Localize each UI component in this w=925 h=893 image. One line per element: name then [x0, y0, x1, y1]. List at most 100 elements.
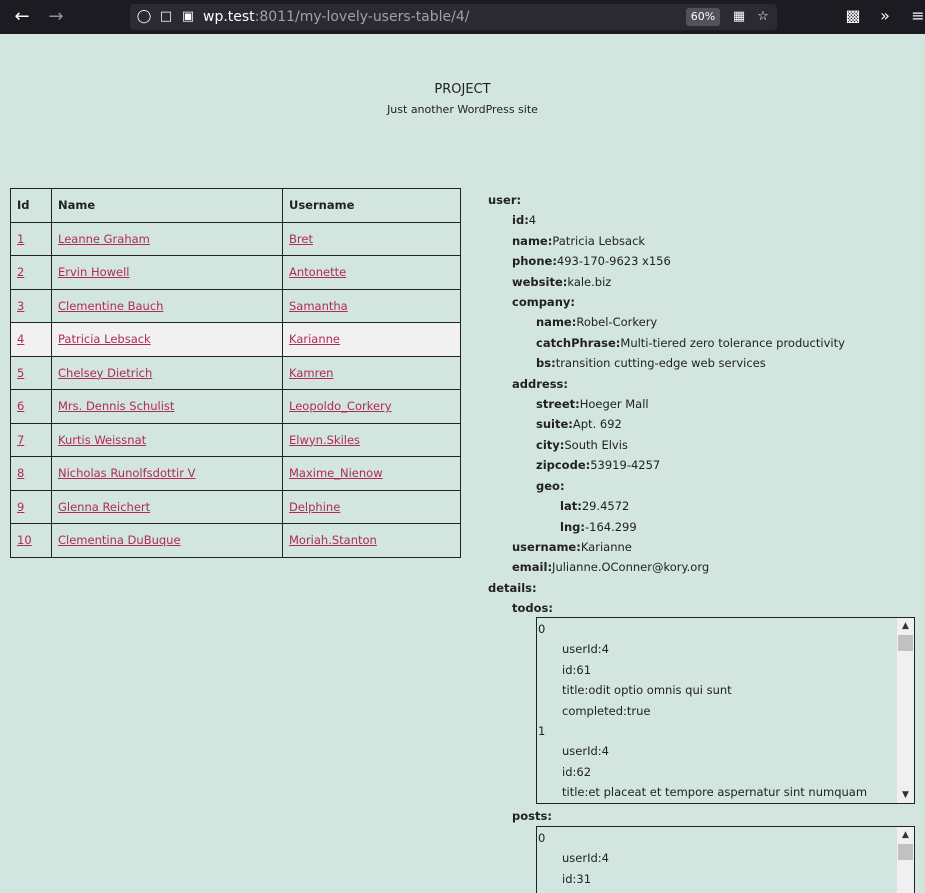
- user-username-link[interactable]: Leopoldo_Corkery: [289, 399, 392, 413]
- table-row: 2 Ervin Howell Antonette: [10, 255, 461, 290]
- table-row: 9 Glenna Reichert Delphine: [10, 489, 461, 524]
- table-header-row: Id Name Username: [10, 188, 461, 223]
- tree-node-geo: geo:: [536, 478, 565, 493]
- posts-scroll-box[interactable]: 0 userId:4 id:31 ▲: [536, 826, 915, 893]
- site-title[interactable]: PROJECT: [0, 82, 925, 97]
- user-id-link[interactable]: 6: [17, 399, 24, 413]
- posts-scrollbar[interactable]: ▲: [897, 827, 914, 893]
- table-row-selected: 4 Patricia Lebsack Karianne: [10, 322, 461, 357]
- user-username-link[interactable]: Maxime_Nienow: [289, 466, 383, 480]
- user-username-link[interactable]: Elwyn.Skiles: [289, 433, 360, 447]
- field-name: name:Patricia Lebsack: [512, 233, 646, 248]
- user-id-link[interactable]: 1: [17, 232, 24, 246]
- table-row: 8 Nicholas Runolfsdottir V Maxime_Nienow: [10, 456, 461, 491]
- tree-node-details: details:: [488, 580, 537, 595]
- user-name-link[interactable]: Ervin Howell: [58, 265, 130, 279]
- column-header-name: Name: [51, 188, 283, 223]
- user-name-link[interactable]: Nicholas Runolfsdottir V: [58, 466, 195, 480]
- user-id-link[interactable]: 4: [17, 332, 24, 346]
- scroll-thumb[interactable]: [898, 635, 913, 651]
- field-company-name: name:Robel-Corkery: [536, 315, 658, 330]
- users-table: Id Name Username 1 Leanne Graham Bret 2 …: [10, 188, 461, 558]
- user-id-link[interactable]: 2: [17, 265, 24, 279]
- user-username-link[interactable]: Antonette: [289, 265, 346, 279]
- user-name-link[interactable]: Kurtis Weissnat: [58, 433, 146, 447]
- field-username: username:Karianne: [512, 539, 632, 554]
- table-row: 7 Kurtis Weissnat Elwyn.Skiles: [10, 422, 461, 457]
- user-username-link[interactable]: Samantha: [289, 299, 348, 313]
- field-suite: suite:Apt. 692: [536, 417, 622, 432]
- menu-icon[interactable]: ≡: [908, 6, 925, 26]
- table-row: 3 Clementine Bauch Samantha: [10, 288, 461, 323]
- field-phone: phone:493-170-9623 x156: [512, 254, 671, 269]
- image-permission-icon[interactable]: ▣: [180, 9, 196, 25]
- tree-node-company: company:: [512, 295, 575, 310]
- table-row: 5 Chelsey Dietrich Kamren: [10, 355, 461, 390]
- zoom-level-badge[interactable]: 60%: [686, 8, 720, 26]
- todo-index: 0: [538, 622, 546, 636]
- todo-field-id: id:61: [562, 662, 592, 677]
- user-id-link[interactable]: 9: [17, 500, 24, 514]
- user-username-link[interactable]: Karianne: [289, 332, 340, 346]
- todos-scroll-box[interactable]: 0 userId:4 id:61 title:odit optio omnis …: [536, 617, 915, 804]
- shield-icon[interactable]: ◯: [136, 9, 152, 25]
- todos-scrollbar[interactable]: ▲ ▼: [897, 618, 914, 803]
- user-id-link[interactable]: 10: [17, 533, 32, 547]
- field-lng: lng:-164.299: [560, 519, 637, 534]
- browser-toolbar: ← → ◯ □ ▣ wp.test:8011/my-lovely-users-t…: [0, 0, 925, 34]
- qr-code-icon[interactable]: ▦: [731, 9, 747, 25]
- extension-icon[interactable]: ▩: [843, 6, 863, 26]
- user-name-link[interactable]: Clementina DuBuque: [58, 533, 181, 547]
- tree-node-address: address:: [512, 376, 568, 391]
- field-email: email:Julianne.OConner@kory.org: [512, 560, 710, 575]
- scroll-thumb[interactable]: [898, 844, 913, 860]
- user-username-link[interactable]: Bret: [289, 232, 313, 246]
- scroll-up-arrow-icon[interactable]: ▲: [897, 618, 914, 634]
- field-street: street:Hoeger Mall: [536, 397, 649, 412]
- todo-field-title: title:et placeat et tempore aspernatur s…: [562, 785, 868, 800]
- post-field-userid: userId:4: [562, 851, 609, 866]
- user-name-link[interactable]: Chelsey Dietrich: [58, 366, 152, 380]
- user-username-link[interactable]: Moriah.Stanton: [289, 533, 377, 547]
- user-name-link[interactable]: Leanne Graham: [58, 232, 150, 246]
- post-field-id: id:31: [562, 871, 592, 886]
- lock-warning-icon[interactable]: □: [158, 9, 174, 25]
- site-description: Just another WordPress site: [387, 103, 538, 116]
- todo-field-userid: userId:4: [562, 642, 609, 657]
- tree-node-todos: todos:: [512, 601, 553, 616]
- column-header-username: Username: [282, 188, 461, 223]
- scroll-up-arrow-icon[interactable]: ▲: [897, 827, 914, 843]
- table-row: 1 Leanne Graham Bret: [10, 221, 461, 256]
- scroll-down-arrow-icon[interactable]: ▼: [897, 787, 914, 803]
- todo-field-id: id:62: [562, 764, 592, 779]
- table-row: 10 Clementina DuBuque Moriah.Stanton: [10, 523, 461, 558]
- field-id: id:4: [512, 213, 537, 228]
- todo-field-completed: completed:true: [562, 703, 651, 718]
- user-name-link[interactable]: Patricia Lebsack: [58, 332, 151, 346]
- table-row: 6 Mrs. Dennis Schulist Leopoldo_Corkery: [10, 389, 461, 424]
- user-name-link[interactable]: Clementine Bauch: [58, 299, 163, 313]
- url-text[interactable]: wp.test:8011/my-lovely-users-table/4/: [203, 9, 470, 25]
- post-index: 0: [538, 831, 546, 845]
- field-bs: bs:transition cutting-edge web services: [536, 356, 766, 371]
- field-lat: lat:29.4572: [560, 499, 630, 514]
- user-username-link[interactable]: Kamren: [289, 366, 333, 380]
- field-zipcode: zipcode:53919-4257: [536, 458, 661, 473]
- forward-arrow-icon[interactable]: →: [46, 7, 66, 27]
- user-id-link[interactable]: 7: [17, 433, 24, 447]
- user-name-link[interactable]: Glenna Reichert: [58, 500, 150, 514]
- user-name-link[interactable]: Mrs. Dennis Schulist: [58, 399, 174, 413]
- todo-index: 1: [538, 724, 546, 739]
- bookmark-star-icon[interactable]: ☆: [755, 9, 771, 25]
- field-catchphrase: catchPhrase:Multi-tiered zero tolerance …: [536, 335, 845, 350]
- user-username-link[interactable]: Delphine: [289, 500, 340, 514]
- todo-field-userid: userId:4: [562, 744, 609, 759]
- back-arrow-icon[interactable]: ←: [12, 7, 32, 27]
- url-bar[interactable]: ◯ □ ▣ wp.test:8011/my-lovely-users-table…: [130, 4, 777, 30]
- tree-node-user: user:: [488, 193, 522, 207]
- user-id-link[interactable]: 8: [17, 466, 24, 480]
- user-id-link[interactable]: 3: [17, 299, 24, 313]
- overflow-chevron-icon[interactable]: »: [875, 6, 895, 26]
- field-website: website:kale.biz: [512, 274, 612, 289]
- user-id-link[interactable]: 5: [17, 366, 24, 380]
